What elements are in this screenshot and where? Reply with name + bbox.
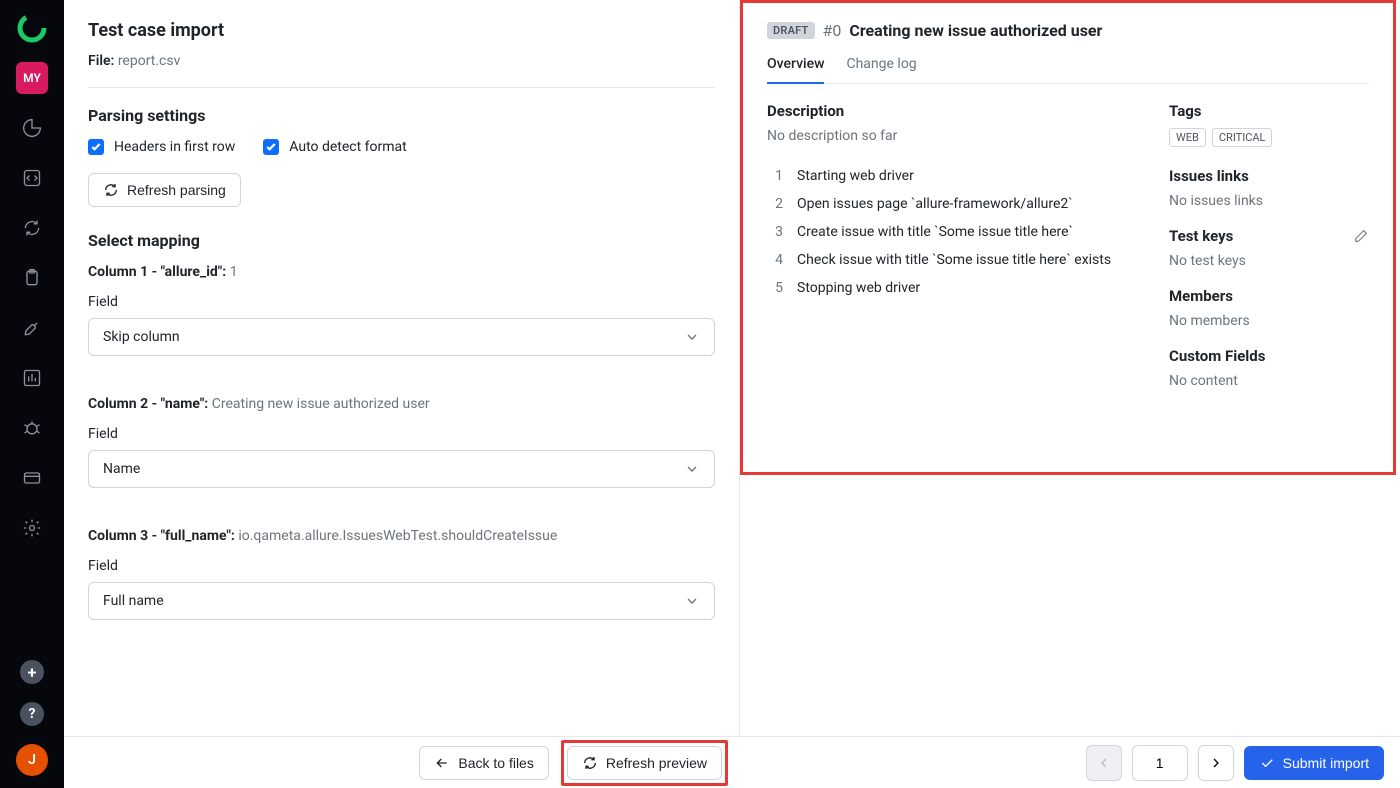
- bug-icon[interactable]: [16, 412, 48, 444]
- import-settings-panel: Test case import File: report.csv Parsin…: [64, 0, 740, 736]
- headers-in-first-row-checkbox[interactable]: Headers in first row: [88, 139, 235, 155]
- auto-detect-format-checkbox[interactable]: Auto detect format: [263, 139, 406, 155]
- chevron-down-icon: [684, 329, 700, 345]
- tab-overview[interactable]: Overview: [767, 56, 824, 84]
- refresh-preview-button[interactable]: Refresh preview: [567, 746, 722, 780]
- chevron-down-icon: [684, 593, 700, 609]
- step-item: 3Create issue with title `Some issue tit…: [767, 218, 1129, 246]
- steps-list: 1Starting web driver 2Open issues page `…: [767, 162, 1129, 302]
- step-item: 4Check issue with title `Some issue titl…: [767, 246, 1129, 274]
- field-label: Field: [88, 558, 715, 574]
- field-label: Field: [88, 294, 715, 310]
- tag-item[interactable]: WEB: [1169, 128, 1206, 147]
- submit-import-button[interactable]: Submit import: [1244, 746, 1384, 780]
- step-item: 1Starting web driver: [767, 162, 1129, 190]
- chevron-left-icon: [1096, 755, 1112, 771]
- mapping-column-3: Column 3 - "full_name": io.qameta.allure…: [88, 528, 715, 620]
- page-input[interactable]: [1132, 745, 1188, 781]
- issues-links-heading: Issues links: [1169, 167, 1369, 185]
- file-line: File: report.csv: [88, 53, 715, 69]
- field-select-1[interactable]: Skip column: [88, 318, 715, 356]
- check-icon: [1259, 755, 1275, 771]
- refresh-icon: [103, 182, 119, 198]
- description-text: No description so far: [767, 128, 1129, 144]
- field-label: Field: [88, 426, 715, 442]
- sidebar: MY + ? J: [0, 0, 64, 788]
- clipboard-icon[interactable]: [16, 262, 48, 294]
- step-item: 5Stopping web driver: [767, 274, 1129, 302]
- workspace-badge[interactable]: MY: [16, 62, 48, 94]
- parsing-settings-heading: Parsing settings: [88, 106, 715, 125]
- back-to-files-button[interactable]: Back to files: [419, 746, 548, 780]
- select-mapping-heading: Select mapping: [88, 231, 715, 250]
- chart-icon[interactable]: [16, 362, 48, 394]
- custom-fields-heading: Custom Fields: [1169, 347, 1369, 365]
- preview-card: DRAFT #0 Creating new issue authorized u…: [740, 0, 1396, 475]
- sync-icon[interactable]: [16, 212, 48, 244]
- arrow-left-icon: [434, 755, 450, 771]
- test-keys-heading: Test keys: [1169, 227, 1369, 245]
- help-icon[interactable]: ?: [20, 702, 44, 726]
- field-select-2[interactable]: Name: [88, 450, 715, 488]
- members-text: No members: [1169, 313, 1369, 329]
- tag-item[interactable]: CRITICAL: [1212, 128, 1273, 147]
- custom-fields-text: No content: [1169, 373, 1369, 389]
- edit-icon[interactable]: [1353, 228, 1369, 244]
- field-select-3[interactable]: Full name: [88, 582, 715, 620]
- members-heading: Members: [1169, 287, 1369, 305]
- page-title: Test case import: [88, 20, 715, 41]
- rocket-icon[interactable]: [16, 312, 48, 344]
- next-page-button[interactable]: [1198, 745, 1234, 781]
- add-icon[interactable]: +: [20, 660, 44, 684]
- checkbox-checked-icon: [263, 139, 279, 155]
- test-keys-text: No test keys: [1169, 253, 1369, 269]
- card-icon[interactable]: [16, 462, 48, 494]
- preview-panel: DRAFT #0 Creating new issue authorized u…: [740, 0, 1400, 736]
- step-item: 2Open issues page `allure-framework/allu…: [767, 190, 1129, 218]
- issue-id: #0: [823, 21, 842, 40]
- analytics-icon[interactable]: [16, 112, 48, 144]
- checkbox-checked-icon: [88, 139, 104, 155]
- code-icon[interactable]: [16, 162, 48, 194]
- issues-links-text: No issues links: [1169, 193, 1369, 209]
- chevron-down-icon: [684, 461, 700, 477]
- user-avatar[interactable]: J: [16, 744, 48, 776]
- tab-changelog[interactable]: Change log: [846, 56, 916, 83]
- issue-title: Creating new issue authorized user: [849, 21, 1102, 40]
- chevron-right-icon: [1208, 755, 1224, 771]
- description-heading: Description: [767, 102, 1129, 120]
- tags-heading: Tags: [1169, 102, 1369, 120]
- mapping-column-1: Column 1 - "allure_id": 1 Field Skip col…: [88, 264, 715, 356]
- footer: Back to files Refresh preview Submit imp…: [64, 736, 1400, 788]
- highlight-box: Refresh preview: [561, 740, 728, 786]
- app-logo[interactable]: [16, 12, 48, 44]
- draft-badge: DRAFT: [767, 22, 815, 39]
- refresh-parsing-button[interactable]: Refresh parsing: [88, 173, 241, 207]
- divider: [88, 87, 715, 88]
- refresh-icon: [582, 755, 598, 771]
- mapping-column-2: Column 2 - "name": Creating new issue au…: [88, 396, 715, 488]
- gear-icon[interactable]: [16, 512, 48, 544]
- prev-page-button[interactable]: [1086, 745, 1122, 781]
